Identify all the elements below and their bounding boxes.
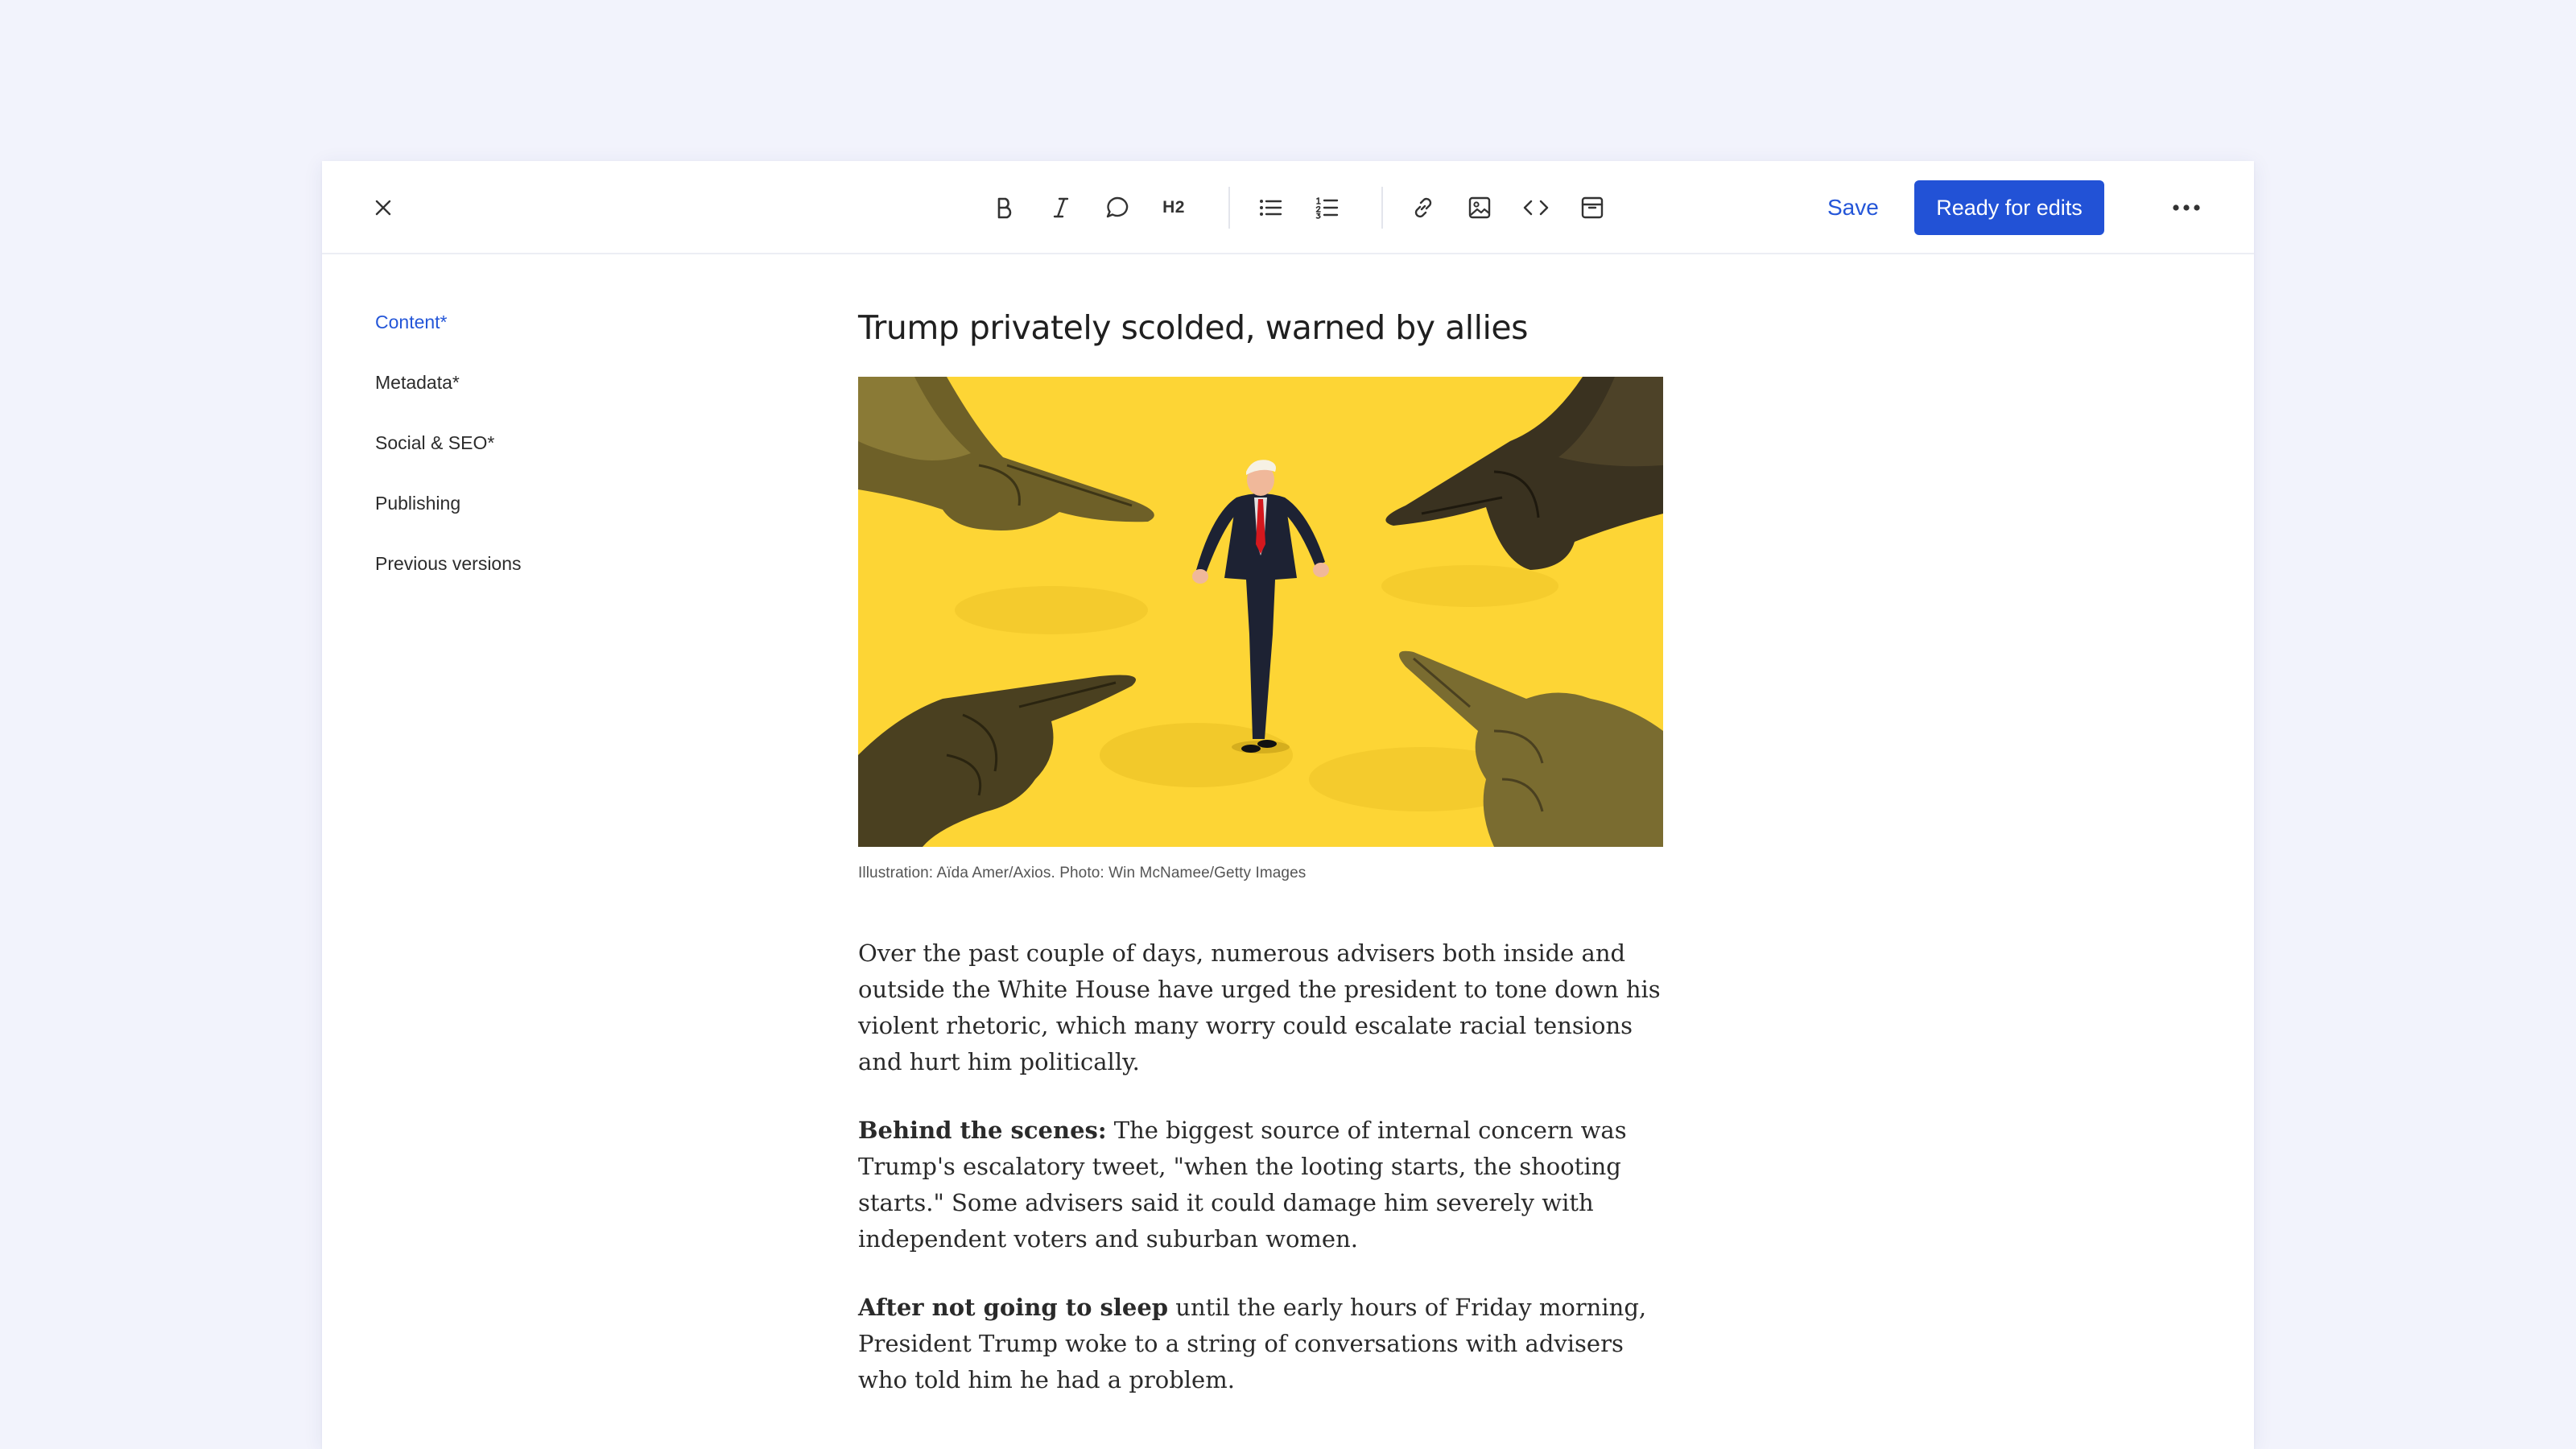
paragraph-lead: After not going to sleep	[858, 1294, 1169, 1321]
bold-icon	[997, 197, 1012, 219]
link-button[interactable]	[1401, 185, 1446, 230]
more-icon	[2173, 204, 2200, 211]
italic-icon	[1053, 197, 1069, 218]
hero-image[interactable]	[858, 377, 1663, 847]
h2-icon: H2	[1162, 198, 1185, 217]
sidebar-item-social-seo[interactable]: Social & SEO*	[375, 427, 713, 487]
editor-window: H2 Save Ready for edits Content* Metadat…	[322, 161, 2254, 1449]
code-icon	[1523, 200, 1549, 216]
sidebar-item-metadata[interactable]: Metadata*	[375, 366, 713, 427]
bold-button[interactable]	[982, 185, 1027, 230]
link-icon	[1414, 197, 1432, 218]
toolbar-divider	[1228, 187, 1230, 229]
paragraph-text: Over the past couple of days, numerous a…	[858, 939, 1661, 1075]
article-editor: Trump privately scolded, warned by allie…	[858, 301, 1671, 1398]
close-button[interactable]	[367, 192, 399, 224]
bulleted-list-icon	[1260, 200, 1282, 216]
close-icon	[375, 200, 391, 216]
editor-toolbar: H2 Save Ready for edits	[322, 161, 2254, 254]
embed-button[interactable]	[1570, 185, 1615, 230]
numbered-list-icon	[1315, 197, 1339, 219]
sidebar-item-publishing[interactable]: Publishing	[375, 487, 713, 547]
heading-button[interactable]: H2	[1151, 185, 1196, 230]
more-options-button[interactable]	[2167, 190, 2206, 225]
numbered-list-button[interactable]	[1304, 185, 1349, 230]
code-button[interactable]	[1513, 185, 1558, 230]
image-button[interactable]	[1457, 185, 1502, 230]
sidebar-item-content[interactable]: Content*	[375, 306, 713, 366]
article-paragraph[interactable]: Over the past couple of days, numerous a…	[858, 935, 1663, 1080]
comment-icon	[1106, 196, 1129, 218]
embed-icon	[1581, 196, 1604, 219]
toolbar-divider	[1381, 187, 1383, 229]
save-button[interactable]: Save	[1827, 190, 1879, 225]
article-paragraph[interactable]: After not going to sleep until the early…	[858, 1290, 1663, 1398]
article-paragraph[interactable]: Behind the scenes: The biggest source of…	[858, 1113, 1663, 1257]
formatting-toolbar: H2	[982, 185, 1626, 230]
sidebar-nav: Content* Metadata* Social & SEO* Publish…	[375, 306, 713, 608]
image-caption[interactable]: Illustration: Aïda Amer/Axios. Photo: Wi…	[858, 865, 1671, 882]
paragraph-lead: Behind the scenes:	[858, 1117, 1107, 1144]
bulleted-list-button[interactable]	[1248, 185, 1293, 230]
ready-for-edits-button[interactable]: Ready for edits	[1914, 180, 2104, 235]
article-headline[interactable]: Trump privately scolded, warned by allie…	[858, 301, 1671, 354]
comment-button[interactable]	[1095, 185, 1140, 230]
image-icon	[1468, 196, 1491, 219]
sidebar-item-previous-versions[interactable]: Previous versions	[375, 547, 713, 608]
italic-button[interactable]	[1038, 185, 1084, 230]
